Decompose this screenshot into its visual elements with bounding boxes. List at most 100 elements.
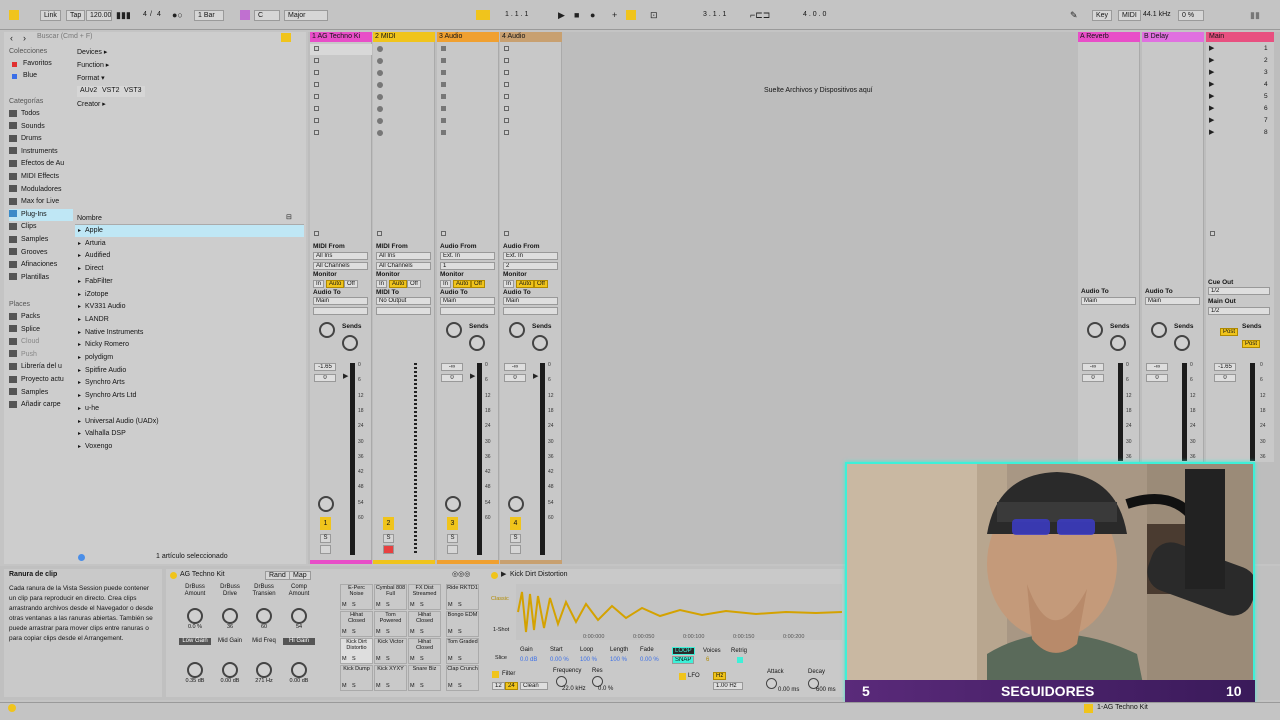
- pad-solo[interactable]: S: [386, 629, 390, 635]
- pad-mute[interactable]: M: [376, 683, 381, 689]
- preview-icon[interactable]: [78, 554, 85, 561]
- filter-24[interactable]: 24: [505, 682, 518, 690]
- place-item[interactable]: Splice: [9, 324, 73, 336]
- input-type-select[interactable]: Ext. In: [503, 252, 558, 260]
- monitor-auto[interactable]: Auto: [326, 280, 345, 288]
- clip-stop-button[interactable]: [314, 118, 319, 123]
- solo-button[interactable]: S: [383, 534, 394, 543]
- send-a-knob[interactable]: [446, 322, 462, 338]
- disclosure-icon[interactable]: ▸: [78, 289, 81, 301]
- stop-all-button[interactable]: [1210, 231, 1215, 236]
- song-position[interactable]: 1 . 1 . 1: [502, 10, 548, 21]
- output-channel-select[interactable]: [376, 307, 431, 315]
- pad-mute[interactable]: M: [410, 602, 415, 608]
- return-volume-field[interactable]: -∞: [1146, 363, 1168, 371]
- category-item[interactable]: Instruments: [9, 146, 73, 158]
- bpm-field[interactable]: 120.00: [86, 10, 112, 21]
- overdub-icon[interactable]: +: [612, 10, 617, 20]
- browser-item[interactable]: ▸ FabFilter: [75, 276, 304, 288]
- cue-out-select[interactable]: 1/2: [1208, 287, 1270, 295]
- arm-button[interactable]: [320, 545, 331, 554]
- scene-launch-icon[interactable]: ▶: [1209, 56, 1214, 66]
- output-channel-select[interactable]: [503, 307, 558, 315]
- disclosure-icon[interactable]: ▸: [78, 352, 81, 364]
- category-item[interactable]: Plantillas: [9, 272, 73, 284]
- return-send-knob[interactable]: [1151, 322, 1167, 338]
- clip-record-button[interactable]: [377, 58, 383, 64]
- pad-mute[interactable]: M: [410, 683, 415, 689]
- pan-field[interactable]: 0: [441, 374, 463, 382]
- loop-toggle[interactable]: LOOP: [672, 647, 695, 655]
- filter-creator[interactable]: Creator ▸: [77, 99, 106, 111]
- pad-mute[interactable]: M: [342, 629, 347, 635]
- play-icon[interactable]: ▶: [558, 10, 565, 20]
- disclosure-icon[interactable]: ▸: [78, 377, 81, 389]
- clip-record-button[interactable]: [441, 130, 446, 135]
- macro-knob[interactable]: [291, 662, 307, 678]
- place-item[interactable]: Proyecto actu: [9, 374, 73, 386]
- clip-record-button[interactable]: [441, 82, 446, 87]
- pad-mute[interactable]: M: [448, 656, 453, 662]
- clip-stop-button[interactable]: [314, 130, 319, 135]
- format-auv2[interactable]: AUv2: [77, 86, 101, 97]
- clip-record-button[interactable]: [377, 118, 383, 124]
- format-vst2[interactable]: VST2: [99, 86, 123, 97]
- input-channel-select[interactable]: 2: [503, 262, 558, 270]
- simpler-mode[interactable]: Classic: [491, 596, 509, 602]
- clip-stop-button[interactable]: [504, 46, 509, 51]
- return-send-knob[interactable]: [1087, 322, 1103, 338]
- main-header[interactable]: Main: [1206, 32, 1274, 42]
- pan-knob[interactable]: [445, 496, 461, 512]
- pad-mute[interactable]: M: [448, 629, 453, 635]
- clip-stop-button[interactable]: [504, 106, 509, 111]
- pad-solo[interactable]: S: [386, 656, 390, 662]
- clip-record-button[interactable]: [377, 106, 383, 112]
- filter-toggle-icon[interactable]: [492, 671, 499, 678]
- clip-record-button[interactable]: [441, 106, 446, 111]
- macro-knob[interactable]: [256, 608, 272, 624]
- pad-solo[interactable]: S: [458, 683, 462, 689]
- pad-mute[interactable]: M: [448, 602, 453, 608]
- monitor-off[interactable]: Off: [407, 280, 421, 288]
- pad-mute[interactable]: M: [376, 656, 381, 662]
- browser-item[interactable]: ▸ Nicky Romero: [75, 339, 304, 351]
- pad-mute[interactable]: M: [448, 683, 453, 689]
- return-send-knob[interactable]: [1110, 335, 1126, 351]
- scene-launch-icon[interactable]: ▶: [1209, 128, 1214, 138]
- output-channel-select[interactable]: [440, 307, 495, 315]
- simpler-param-value[interactable]: 100 %: [610, 657, 627, 663]
- clip-record-button[interactable]: [377, 46, 383, 52]
- macro-knob[interactable]: [187, 608, 203, 624]
- filter-devices[interactable]: Devices ▸: [77, 47, 107, 59]
- column-options-icon[interactable]: ⊟: [286, 213, 292, 223]
- clip-record-button[interactable]: [441, 70, 446, 75]
- category-item[interactable]: MIDI Effects: [9, 171, 73, 183]
- record-icon[interactable]: ●: [590, 10, 595, 20]
- collection-favoritos[interactable]: Favoritos: [23, 58, 52, 70]
- pad-mute[interactable]: M: [376, 602, 381, 608]
- simpler-power-icon[interactable]: [491, 572, 498, 579]
- place-item[interactable]: Cloud: [9, 336, 73, 348]
- simpler-slice[interactable]: Slice: [495, 655, 507, 661]
- follow-icon[interactable]: [476, 10, 490, 20]
- disclosure-icon[interactable]: ▸: [78, 403, 81, 415]
- browser-item[interactable]: ▸ Spitfire Audio: [75, 365, 304, 377]
- monitor-in[interactable]: In: [376, 280, 388, 288]
- main-volume-field[interactable]: -1.65: [1214, 363, 1236, 371]
- monitor-off[interactable]: Off: [534, 280, 548, 288]
- browser-item[interactable]: ▸ iZotope: [75, 289, 304, 301]
- arm-button[interactable]: [383, 545, 394, 554]
- lfo-rate[interactable]: 1.00 Hz: [713, 682, 743, 690]
- format-vst3[interactable]: VST3: [121, 86, 145, 97]
- pad-mute[interactable]: M: [410, 656, 415, 662]
- return-send-knob[interactable]: [1174, 335, 1190, 351]
- main-out-select[interactable]: 1/2: [1208, 307, 1270, 315]
- disclosure-icon[interactable]: ▸: [78, 428, 81, 440]
- category-item[interactable]: Efectos de Au: [9, 158, 73, 170]
- category-item[interactable]: Max for Live: [9, 196, 73, 208]
- disclosure-icon[interactable]: ▸: [78, 225, 81, 237]
- disclosure-icon[interactable]: ▸: [78, 314, 81, 326]
- category-item[interactable]: Moduladores: [9, 184, 73, 196]
- clip-stop-button[interactable]: [504, 130, 509, 135]
- track-stop-button[interactable]: [314, 231, 319, 236]
